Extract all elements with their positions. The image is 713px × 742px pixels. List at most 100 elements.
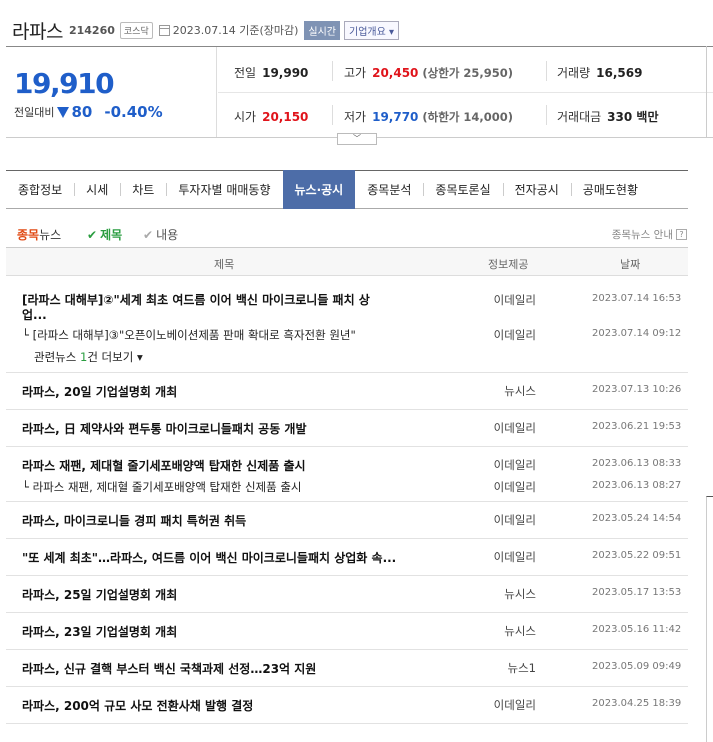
change-percent: -0.40%	[104, 103, 163, 121]
divider	[218, 92, 713, 93]
stat-trade-amount: 거래대금 330 백만	[557, 110, 659, 124]
frame-edge	[706, 46, 713, 138]
check-icon: ✔	[143, 227, 154, 242]
header-title: 제목	[214, 258, 235, 271]
table-row: 라파스, 23일 기업설명회 개최 뉴시스 2023.05.16 11:42	[6, 613, 688, 650]
table-row: 라파스, 200억 규모 사모 전환사채 발행 결정 이데일리 2023.04.…	[6, 687, 688, 724]
news-source: 이데일리	[493, 513, 536, 527]
news-guide-link[interactable]: 종목뉴스 안내 ?	[612, 227, 687, 242]
change-amount: 80	[71, 103, 93, 121]
news-date: 2023.05.16 11:42	[592, 624, 682, 635]
stat-low: 저가 19,770 (하한가 14,000)	[344, 110, 514, 124]
stock-header: 라파스 214260 코스닥 2023.07.14 기준(장마감) 실시간 기업…	[12, 18, 400, 43]
news-title-link[interactable]: 라파스, 신규 결핵 부스터 백신 국책과제 선정…23억 지원	[22, 660, 316, 677]
news-source: 이데일리	[493, 293, 536, 307]
news-date: 2023.07.13 10:26	[592, 384, 682, 395]
table-row: 라파스, 마이크로니들 경피 패치 특허권 취득 이데일리 2023.05.24…	[6, 502, 688, 539]
tab-investor-trading[interactable]: 투자자별 매매동향	[166, 170, 282, 209]
news-title-link[interactable]: 라파스, 20일 기업설명회 개최	[22, 383, 177, 400]
section-title: 종목뉴스	[17, 228, 62, 242]
table-row: "또 세계 최초"…라파스, 여드름 이어 백신 마이크로니들패치 상업화 속.…	[6, 539, 688, 576]
news-title-link-cont[interactable]: 업...	[22, 306, 47, 323]
news-source: 이데일리	[493, 328, 536, 342]
expand-chevron-icon[interactable]: ﹀	[337, 133, 377, 145]
news-date: 2023.04.25 18:39	[592, 698, 682, 709]
news-title-link[interactable]: "또 세계 최초"…라파스, 여드름 이어 백신 마이크로니들패치 상업화 속.…	[22, 549, 396, 566]
header-date: 날짜	[620, 258, 641, 271]
stock-name: 라파스	[12, 20, 63, 43]
table-row: 라파스, 日 제약사와 편두통 마이크로니들패치 공동 개발 이데일리 2023…	[6, 410, 688, 447]
table-row: 라파스, 신규 결핵 부스터 백신 국책과제 선정…23억 지원 뉴스1 202…	[6, 650, 688, 687]
realtime-button[interactable]: 실시간	[304, 20, 341, 40]
news-date: 2023.07.14 16:53	[592, 293, 682, 304]
news-title-link[interactable]: 라파스, 日 제약사와 편두통 마이크로니들패치 공동 개발	[22, 420, 307, 437]
current-price: 19,910	[14, 67, 115, 100]
news-title-link[interactable]: 라파스, 200억 규모 사모 전환사채 발행 결정	[22, 697, 253, 714]
tab-discussion[interactable]: 종목토론실	[423, 170, 502, 209]
stat-open: 시가 20,150	[234, 110, 309, 124]
news-date: 2023.05.22 09:51	[592, 550, 682, 561]
down-arrow-icon	[57, 106, 70, 118]
news-title-link[interactable]: [라파스 대해부]②"세계 최초 여드름 이어 백신 마이크로니들 패치 상	[22, 291, 370, 308]
news-title-link[interactable]: 라파스, 25일 기업설명회 개최	[22, 586, 177, 603]
help-icon: ?	[676, 229, 687, 240]
price-summary: 19,910 전일대비 80 -0.40% 전일 19,990 고가 20,450(…	[6, 46, 713, 138]
news-source: 뉴시스	[504, 587, 536, 601]
current-price-panel: 19,910 전일대비 80 -0.40%	[6, 47, 217, 137]
news-source: 이데일리	[493, 421, 536, 435]
stat-volume: 거래량 16,569	[557, 66, 643, 80]
news-date: 2023.07.14 09:12	[592, 328, 682, 339]
tab-quotes[interactable]: 시세	[74, 170, 120, 209]
tab-overview[interactable]: 종합정보	[6, 170, 74, 209]
frame-edge	[706, 496, 713, 742]
related-news-link[interactable]: └ 라파스 재팬, 제대혈 줄기세포배양액 탑재한 신제품 출시	[22, 479, 302, 495]
table-header: 제목 정보제공 날짜	[6, 247, 688, 276]
tab-bar: 종합정보 시세 차트 투자자별 매매동향 뉴스·공시 종목분석 종목토론실 전자…	[6, 170, 688, 209]
related-news-link[interactable]: └ [라파스 대해부]③"오픈이노베이션제품 판매 확대로 흑자전환 원년"	[22, 327, 356, 343]
table-row: 라파스, 20일 기업설명회 개최 뉴시스 2023.07.13 10:26	[6, 373, 688, 410]
news-source: 이데일리	[493, 698, 536, 712]
company-overview-dropdown[interactable]: 기업개요 ▾	[344, 20, 400, 40]
price-change: 전일대비 80 -0.40%	[14, 103, 163, 121]
news-table: 제목 정보제공 날짜 [라파스 대해부]②"세계 최초 여드름 이어 백신 마이…	[6, 247, 688, 724]
calendar-icon	[158, 24, 170, 36]
news-source: 뉴시스	[504, 384, 536, 398]
tab-e-disclosure[interactable]: 전자공시	[502, 170, 571, 209]
related-news-more-button[interactable]: 관련뉴스 1건 더보기 ▾	[34, 349, 143, 365]
tab-chart[interactable]: 차트	[120, 170, 166, 209]
stock-code: 214260	[68, 23, 115, 37]
news-date: 2023.06.13 08:27	[592, 480, 682, 491]
stat-high: 고가 20,450 (상한가 25,950)	[344, 66, 514, 80]
news-title-link[interactable]: 라파스 재팬, 제대혈 줄기세포배양액 탑재한 신제품 출시	[22, 457, 306, 474]
news-date: 2023.06.13 08:33	[592, 458, 682, 469]
tab-short-selling[interactable]: 공매도현황	[570, 170, 650, 209]
news-source: 이데일리	[493, 458, 536, 472]
news-title-link[interactable]: 라파스, 23일 기업설명회 개최	[22, 623, 177, 640]
news-date: 2023.05.17 13:53	[592, 587, 682, 598]
change-label: 전일대비	[14, 106, 55, 119]
table-row: [라파스 대해부]②"세계 최초 여드름 이어 백신 마이크로니들 패치 상 업…	[6, 276, 688, 373]
tab-news-disclosure[interactable]: 뉴스·공시	[282, 170, 356, 209]
stat-prev-close: 전일 19,990	[234, 66, 309, 80]
news-title-link[interactable]: 라파스, 마이크로니들 경피 패치 특허권 취득	[22, 512, 246, 529]
divider	[546, 61, 547, 81]
divider	[332, 105, 333, 125]
check-icon: ✔	[87, 227, 98, 242]
news-date: 2023.05.24 14:54	[592, 513, 682, 524]
filter-title-toggle[interactable]: ✔ 제목	[87, 226, 122, 243]
base-date: 2023.07.14 기준(장마감)	[172, 24, 299, 37]
news-source: 이데일리	[493, 480, 536, 494]
market-badge: 코스닥	[119, 21, 153, 39]
filter-content-toggle[interactable]: ✔ 내용	[143, 226, 178, 243]
news-date: 2023.05.09 09:49	[592, 661, 682, 672]
divider	[546, 105, 547, 125]
header-source: 정보제공	[488, 258, 529, 271]
news-source: 뉴스1	[507, 661, 536, 675]
table-row: 라파스, 25일 기업설명회 개최 뉴시스 2023.05.17 13:53	[6, 576, 688, 613]
news-filter-bar: 종목뉴스 ✔ 제목 ✔ 내용 종목뉴스 안내 ?	[17, 226, 687, 242]
divider	[332, 61, 333, 81]
news-source: 이데일리	[493, 550, 536, 564]
news-date: 2023.06.21 19:53	[592, 421, 682, 432]
news-source: 뉴시스	[504, 624, 536, 638]
tab-analysis[interactable]: 종목분석	[355, 170, 423, 209]
